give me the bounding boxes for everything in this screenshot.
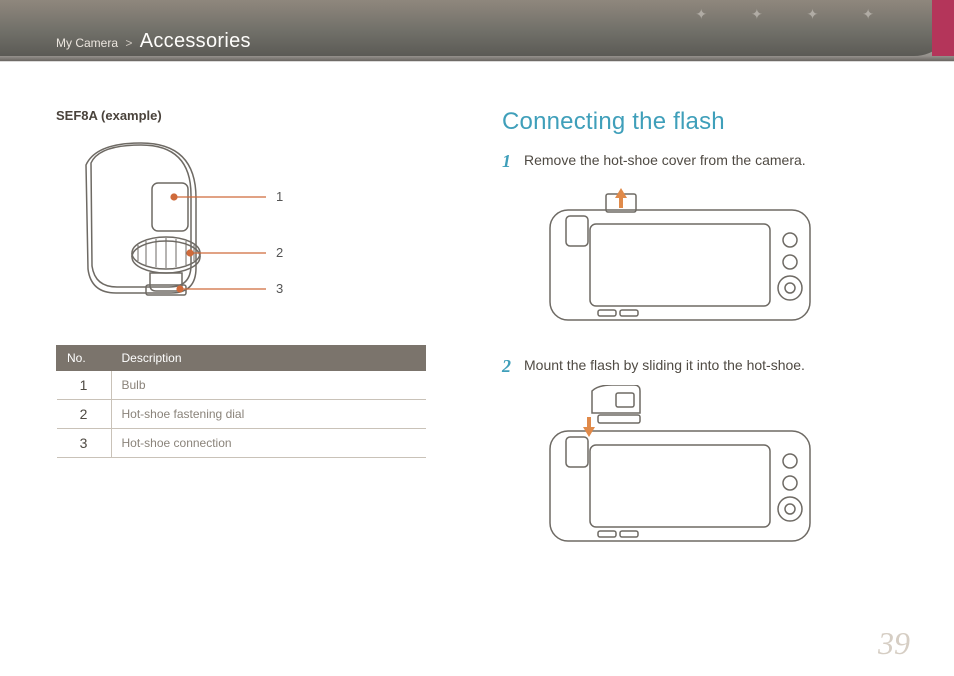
breadcrumb: My Camera > Accessories bbox=[56, 30, 251, 53]
steps-list: Remove the hot-shoe cover from the camer… bbox=[502, 152, 898, 558]
section-heading: Connecting the flash bbox=[502, 108, 898, 136]
decorative-sparkles: ✦ ✦ ✦ ✦ bbox=[695, 6, 894, 23]
callout-1: 1 bbox=[276, 189, 283, 204]
accent-stripe bbox=[932, 0, 954, 56]
parts-row-desc: Hot-shoe connection bbox=[111, 429, 426, 458]
parts-row-no: 2 bbox=[57, 400, 112, 429]
page-number: 39 bbox=[878, 625, 910, 662]
table-row: 2 Hot-shoe fastening dial bbox=[57, 400, 426, 429]
left-column: SEF8A (example) bbox=[56, 108, 452, 646]
breadcrumb-current: Accessories bbox=[140, 30, 251, 52]
breadcrumb-parent: My Camera bbox=[56, 36, 118, 50]
callout-3: 3 bbox=[276, 281, 283, 296]
camera-illustration-2 bbox=[520, 385, 898, 558]
step-item: Remove the hot-shoe cover from the camer… bbox=[502, 152, 898, 333]
camera-illustration-1 bbox=[520, 180, 898, 333]
parts-head-desc: Description bbox=[111, 346, 426, 371]
parts-row-desc: Hot-shoe fastening dial bbox=[111, 400, 426, 429]
step-text: Remove the hot-shoe cover from the camer… bbox=[524, 152, 806, 168]
callout-2: 2 bbox=[276, 245, 283, 260]
example-title: SEF8A (example) bbox=[56, 108, 452, 123]
step-item: Mount the flash by sliding it into the h… bbox=[502, 357, 898, 558]
right-column: Connecting the flash Remove the hot-shoe… bbox=[502, 108, 898, 646]
breadcrumb-separator: > bbox=[125, 36, 132, 50]
table-row: 3 Hot-shoe connection bbox=[57, 429, 426, 458]
parts-row-no: 1 bbox=[57, 371, 112, 400]
parts-row-desc: Bulb bbox=[111, 371, 426, 400]
parts-row-no: 3 bbox=[57, 429, 112, 458]
table-row: 1 Bulb bbox=[57, 371, 426, 400]
parts-head-no: No. bbox=[57, 346, 112, 371]
header-banner: ✦ ✦ ✦ ✦ My Camera > Accessories bbox=[0, 0, 954, 78]
step-text: Mount the flash by sliding it into the h… bbox=[524, 357, 805, 373]
flash-unit-diagram: 1 2 3 bbox=[56, 135, 326, 325]
parts-table: No. Description 1 Bulb 2 Hot-shoe fasten… bbox=[56, 345, 426, 458]
